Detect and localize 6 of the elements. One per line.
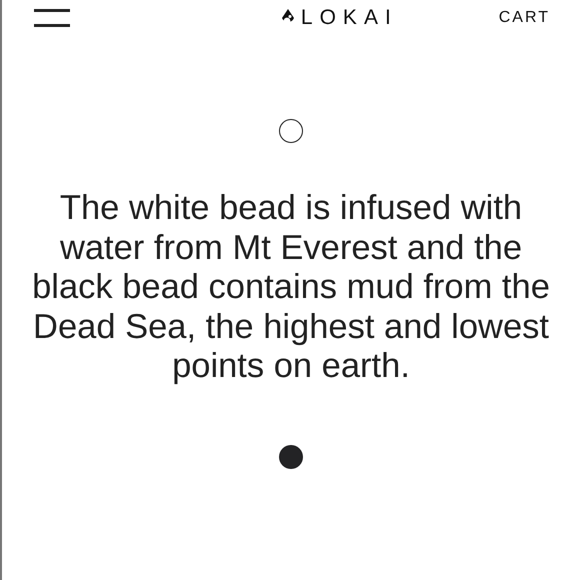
description-text: The white bead is infused with water from Mt Everest and the black bead contains mud from the Dead Sea, the highest and lowest points on earth.: [31, 189, 551, 386]
bead-outline-icon: [279, 119, 303, 143]
cart-link[interactable]: CART: [498, 9, 550, 27]
menu-icon[interactable]: [34, 9, 70, 27]
bead-icon: [279, 444, 303, 468]
brand-logo[interactable]: LOKAI: [300, 6, 398, 30]
